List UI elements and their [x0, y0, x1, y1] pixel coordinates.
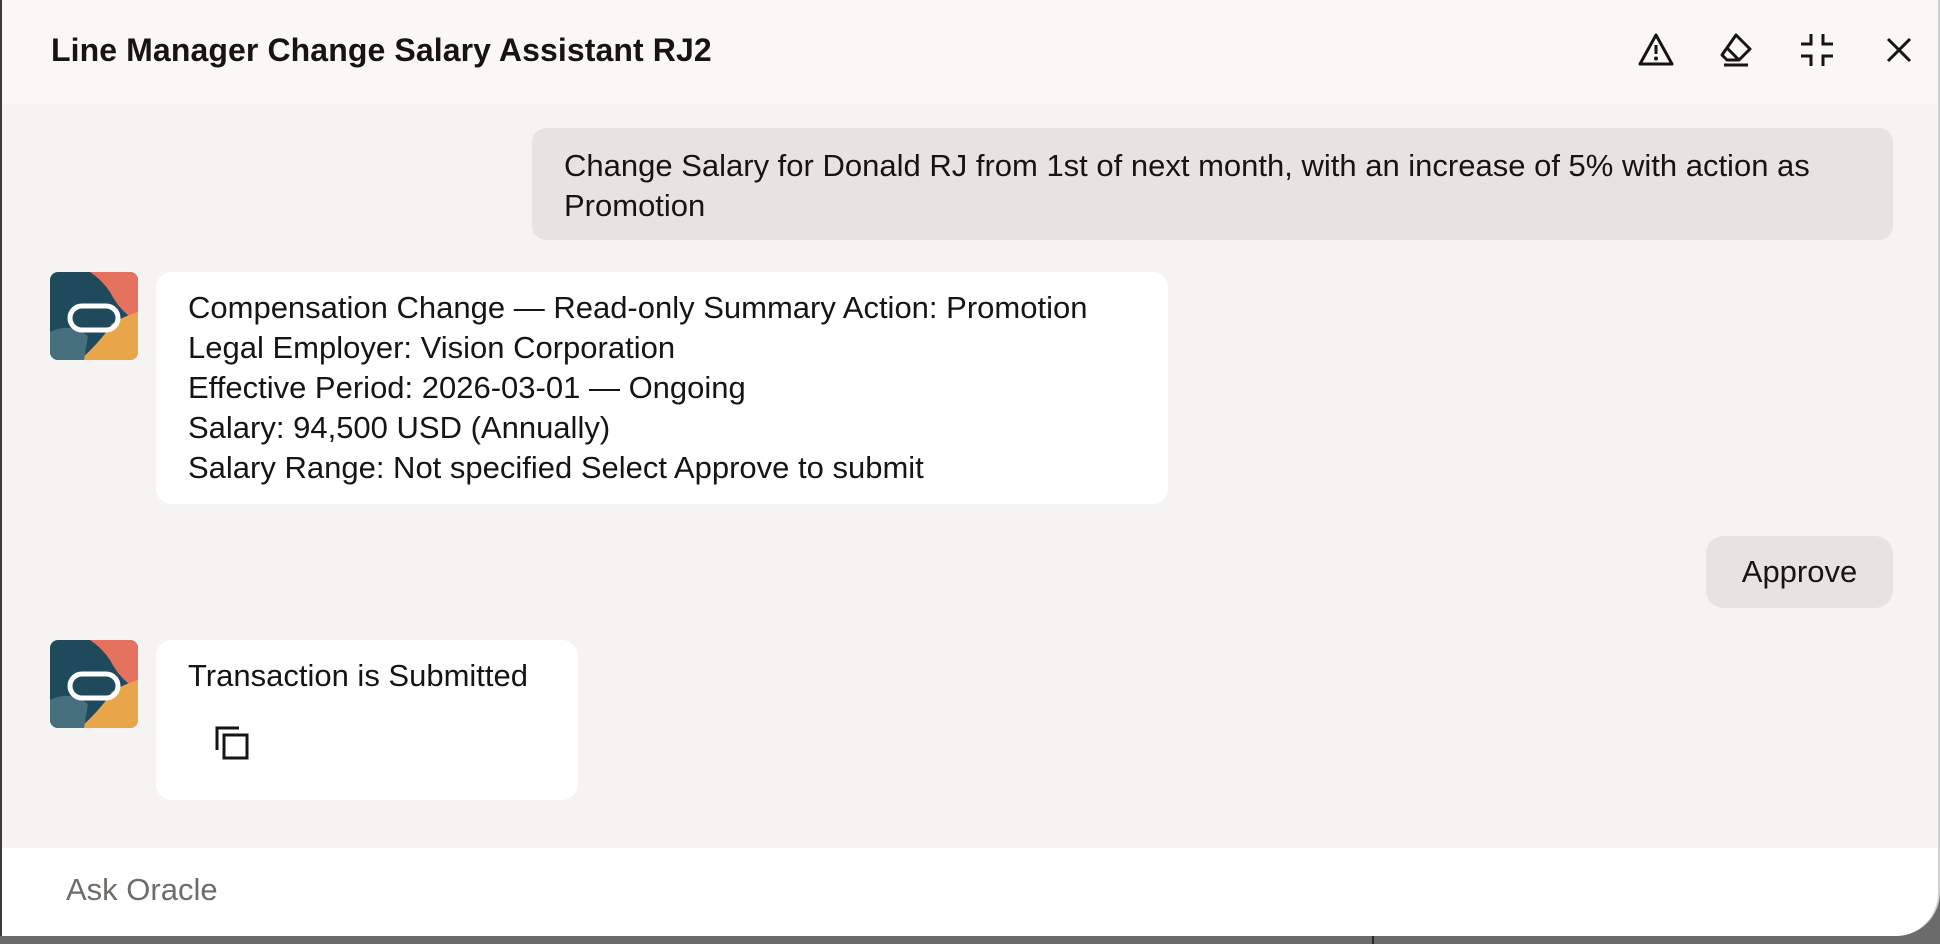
collapse-button[interactable]: [1793, 26, 1841, 74]
approve-button[interactable]: Approve: [1706, 536, 1893, 608]
panel-title: Line Manager Change Salary Assistant RJ2: [51, 32, 712, 68]
assistant-avatar: [50, 272, 138, 360]
eraser-icon: [1718, 32, 1754, 68]
panel-header: Line Manager Change Salary Assistant RJ2: [2, 0, 1938, 104]
summary-bubble: Compensation Change — Read-only Summary …: [156, 272, 1168, 504]
close-icon: [1884, 35, 1914, 65]
result-message: Transaction is Submitted: [188, 658, 529, 693]
copy-icon: [213, 724, 251, 772]
copy-button[interactable]: [204, 720, 260, 776]
summary-line: Legal Employer: Vision Corporation: [188, 330, 676, 365]
summary-line: Compensation Change — Read-only Summary …: [188, 290, 1088, 325]
clear-conversation-button[interactable]: [1712, 26, 1760, 74]
close-button[interactable]: [1875, 26, 1923, 74]
summary-line: Salary: 94,500 USD (Annually): [188, 410, 611, 445]
assistant-avatar: [50, 640, 138, 728]
input-bar: [2, 848, 1938, 936]
summary-line: Salary Range: Not specified Select Appro…: [188, 450, 924, 485]
result-bubble: Transaction is Submitted: [156, 640, 578, 800]
warning-icon: [1637, 32, 1675, 68]
collapse-icon: [1798, 31, 1836, 69]
user-message-bubble: Change Salary for Donald RJ from 1st of …: [532, 128, 1893, 240]
summary-line: Effective Period: 2026-03-01 — Ongoing: [188, 370, 746, 405]
warning-button[interactable]: [1632, 26, 1680, 74]
ask-oracle-input[interactable]: [66, 862, 1766, 918]
assistant-panel: Line Manager Change Salary Assistant RJ2: [0, 0, 1940, 936]
